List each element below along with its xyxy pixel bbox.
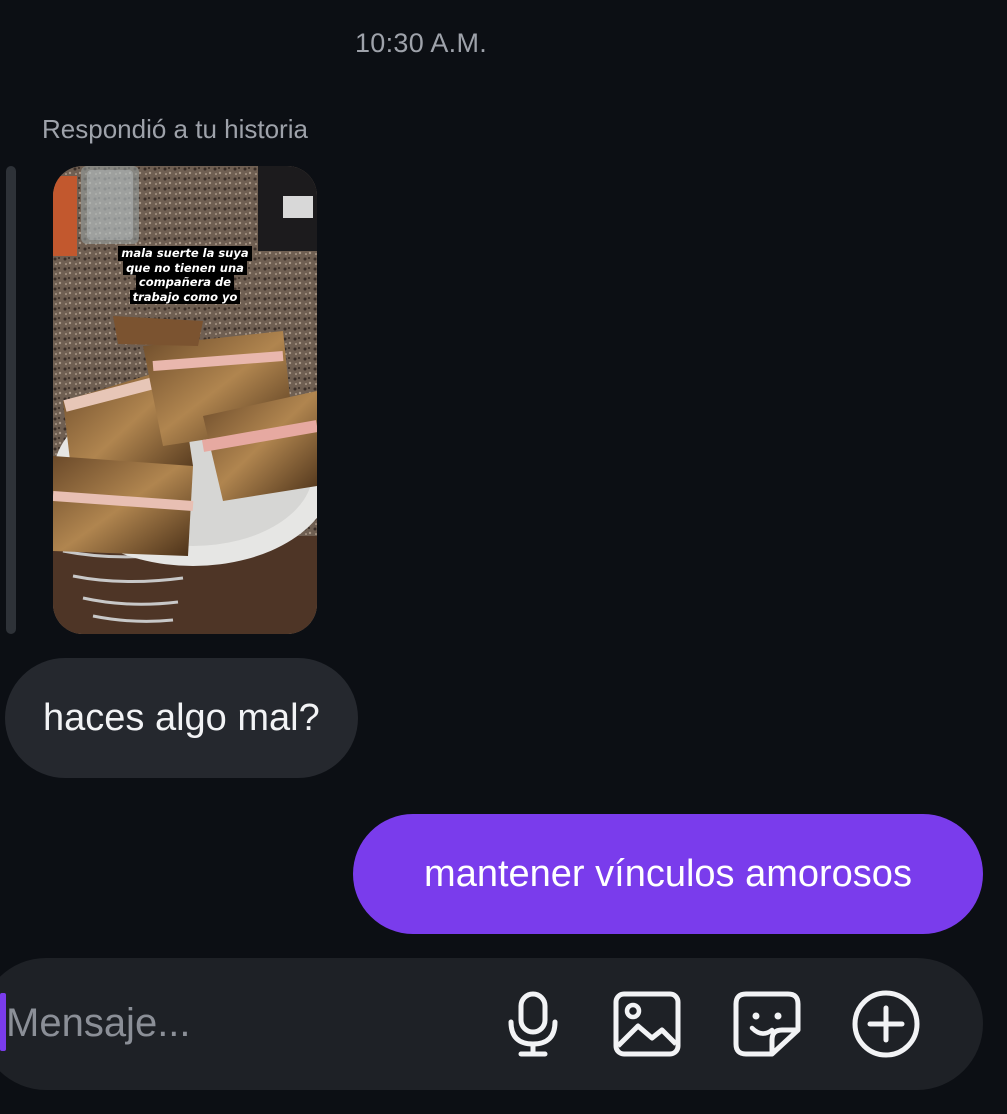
story-caption: mala suerte la suya que no tienen una co… (53, 246, 317, 304)
outgoing-message[interactable]: mantener vínculos amorosos (353, 814, 983, 934)
sticker-icon (733, 991, 801, 1057)
message-input[interactable] (6, 990, 466, 1056)
story-caption-line: que no tienen una (123, 260, 247, 275)
sticker-button[interactable] (731, 988, 803, 1060)
plus-circle-icon (852, 990, 920, 1058)
story-photo (53, 166, 317, 634)
incoming-message[interactable]: haces algo mal? (5, 658, 358, 778)
more-button[interactable] (850, 988, 922, 1060)
message-timestamp: 10:30 A.M. (354, 28, 488, 58)
story-caption-line: mala suerte la suya (118, 246, 252, 261)
incoming-message-text: haces algo mal? (43, 696, 320, 739)
microphone-icon (508, 991, 558, 1057)
microphone-button[interactable] (497, 988, 569, 1060)
story-thumbnail[interactable]: mala suerte la suya que no tienen una co… (53, 166, 317, 634)
reply-indicator-bar (6, 166, 16, 634)
story-reply-label: Respondió a tu historia (42, 114, 308, 144)
outgoing-message-text: mantener vínculos amorosos (424, 852, 912, 895)
story-caption-line: trabajo como yo (129, 289, 241, 304)
gallery-button[interactable] (611, 988, 683, 1060)
image-icon (613, 991, 681, 1057)
story-caption-line: compañera de (135, 275, 235, 290)
